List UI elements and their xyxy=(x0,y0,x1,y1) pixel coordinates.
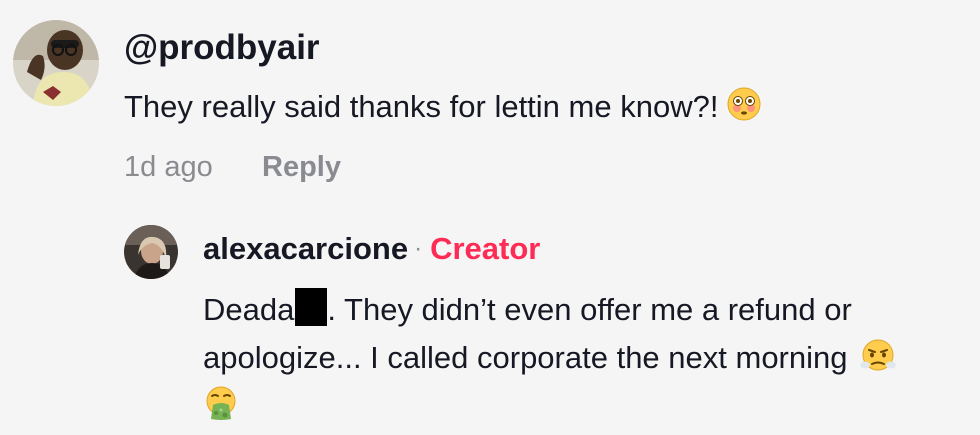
reply-header: alexacarcione · Creator xyxy=(203,229,540,272)
creator-username[interactable]: alexacarcione xyxy=(203,231,408,266)
comment-thread: @prodbyair They really said thanks for l… xyxy=(0,0,980,435)
comment-text-content: They really said thanks for lettin me kn… xyxy=(124,89,719,124)
vomiting-face-emoji-icon xyxy=(203,385,239,421)
flushed-face-emoji-icon xyxy=(726,86,762,122)
reply-button[interactable]: Reply xyxy=(262,149,341,185)
commenter-avatar[interactable] xyxy=(13,20,99,106)
comment-text: They really said thanks for lettin me kn… xyxy=(124,85,762,129)
reply-text: Deada . They didn’t even offer me a refun… xyxy=(203,286,963,430)
face-with-steam-from-nose-emoji-icon xyxy=(860,337,897,373)
reply-text-continued: . They didn’t even offer me a refund or xyxy=(327,292,852,327)
creator-avatar[interactable] xyxy=(124,225,178,279)
creator-badge: Creator xyxy=(430,231,541,266)
reply-text-line-2: apologize... I called corporate the next… xyxy=(203,340,848,375)
comment-timestamp: 1d ago xyxy=(124,151,213,183)
censor-block xyxy=(295,288,328,326)
commenter-username[interactable]: @prodbyair xyxy=(124,26,320,70)
reply-text-start: Deada xyxy=(203,292,295,327)
separator-dot: · xyxy=(414,235,423,262)
